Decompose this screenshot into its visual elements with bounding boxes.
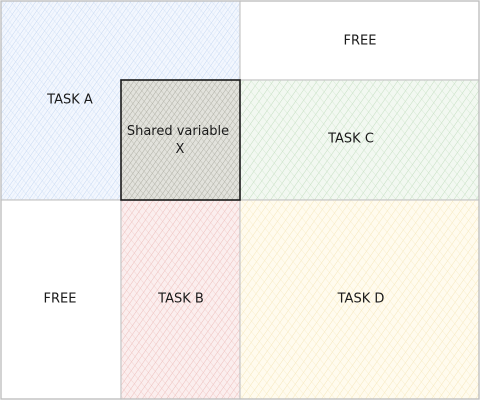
task-b-label: TASK B: [157, 292, 204, 307]
free-top-label: FREE: [344, 34, 377, 49]
shared-variable-region: Shared variable X: [120, 79, 241, 201]
free-region-top: FREE: [239, 0, 480, 81]
task-d-label: TASK D: [337, 292, 385, 307]
task-c-region: TASK C: [239, 79, 480, 201]
free-region-bottom: FREE: [0, 199, 122, 400]
shared-variable-name: X: [176, 142, 185, 157]
task-b-region: TASK B: [120, 199, 241, 400]
task-d-region: TASK D: [239, 199, 480, 400]
task-a-label: TASK A: [46, 93, 93, 108]
shared-variable-label: Shared variable: [127, 124, 229, 139]
memory-layout-diagram: TASK A FREE TASK C FREE TASK B TASK D Sh…: [0, 0, 480, 400]
task-c-label: TASK C: [327, 132, 374, 147]
free-bottom-label: FREE: [44, 292, 77, 307]
